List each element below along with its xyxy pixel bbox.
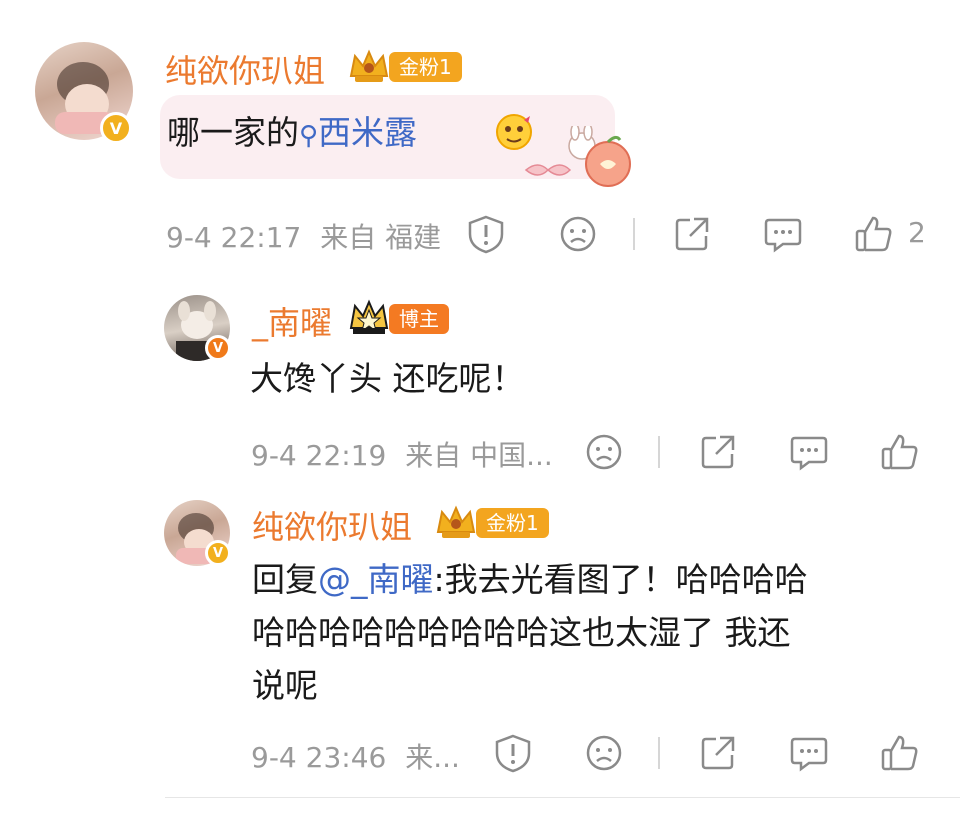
sad-face-icon [586, 434, 622, 470]
fan-crown-icon [347, 46, 391, 90]
share-icon [701, 736, 735, 770]
reply-username[interactable]: 纯欲你玐姐 [252, 502, 412, 548]
share-button[interactable] [698, 733, 738, 773]
topic-search-link[interactable]: ⚲西米露 [299, 113, 417, 152]
comment-bubble-icon [790, 436, 828, 471]
sad-face-icon [560, 216, 596, 252]
share-button[interactable] [698, 432, 738, 472]
report-button[interactable] [493, 733, 533, 773]
thumbs-up-icon [855, 216, 892, 252]
share-button[interactable] [672, 214, 712, 254]
blogger-crown-icon [347, 298, 391, 342]
thumbs-up-icon [881, 434, 918, 470]
comment-text: 哪一家的⚲西米露 [167, 106, 417, 163]
dislike-button[interactable] [584, 432, 624, 472]
reply-text-line: 回复@_南曜:我去光看图了！哈哈哈哈 [252, 553, 942, 606]
fan-crown-icon [434, 502, 478, 546]
blogger-badge: 博主 [389, 304, 449, 334]
fan-badge: 金粉1 [389, 52, 462, 82]
reply-text-line1: :我去光看图了！哈哈哈哈 [433, 560, 808, 599]
reply-text-line3: 说呢 [252, 666, 318, 705]
like-count: 2 [908, 216, 926, 249]
share-icon [701, 435, 735, 469]
bunny-apple-decoration-icon [520, 123, 635, 192]
topic-link-label: 西米露 [318, 113, 418, 152]
share-icon [675, 217, 709, 251]
verified-badge-icon: V [205, 540, 231, 566]
fan-badge: 金粉1 [476, 508, 549, 538]
dislike-button[interactable] [558, 214, 598, 254]
thumbs-up-icon [881, 735, 918, 771]
report-shield-icon [468, 215, 504, 254]
reply-location: 来... [405, 741, 460, 774]
divider [658, 737, 660, 769]
reply-text: 大馋丫头 还吃呢！ [250, 359, 525, 398]
bottom-divider [165, 797, 960, 798]
comment-meta: 9-4 22:17 来自 福建 [166, 216, 441, 256]
reply-time: 9-4 22:19 [251, 439, 387, 472]
divider [633, 218, 635, 250]
reply-time: 9-4 23:46 [251, 741, 387, 774]
reply-button[interactable] [789, 432, 829, 472]
reply-location: 来自 中国... [405, 439, 553, 472]
dislike-button[interactable] [584, 733, 624, 773]
comment-username[interactable]: 纯欲你玐姐 [165, 46, 325, 92]
mention-link[interactable]: @_南曜 [318, 560, 434, 599]
report-button[interactable] [466, 214, 506, 254]
divider [658, 436, 660, 468]
search-icon: ⚲ [299, 121, 319, 151]
comment-text-prefix: 哪一家的 [167, 113, 299, 152]
reply-prefix: 回复 [252, 560, 318, 599]
reply-button[interactable] [789, 733, 829, 773]
comment-bubble-icon [764, 218, 802, 253]
verified-badge-icon: V [205, 335, 231, 361]
reply-meta: 9-4 22:19 来自 中国... [251, 434, 553, 474]
reply-meta: 9-4 23:46 来... [251, 736, 460, 776]
comment-bubble-icon [790, 737, 828, 772]
sad-face-icon [586, 735, 622, 771]
reply-button[interactable] [763, 214, 803, 254]
report-shield-icon [495, 734, 531, 773]
like-button[interactable] [880, 432, 920, 472]
like-button[interactable] [880, 733, 920, 773]
comment-location: 来自 福建 [320, 221, 442, 254]
comment-time: 9-4 22:17 [166, 221, 302, 254]
reply-text-line2: 哈哈哈哈哈哈哈哈哈这也太湿了 我还 [252, 613, 791, 652]
reply-text: 回复@_南曜:我去光看图了！哈哈哈哈 哈哈哈哈哈哈哈哈哈这也太湿了 我还 说呢 [252, 553, 942, 712]
like-button[interactable] [854, 214, 894, 254]
reply-username[interactable]: _南曜 [252, 298, 332, 344]
verified-badge-icon: V [100, 112, 132, 144]
